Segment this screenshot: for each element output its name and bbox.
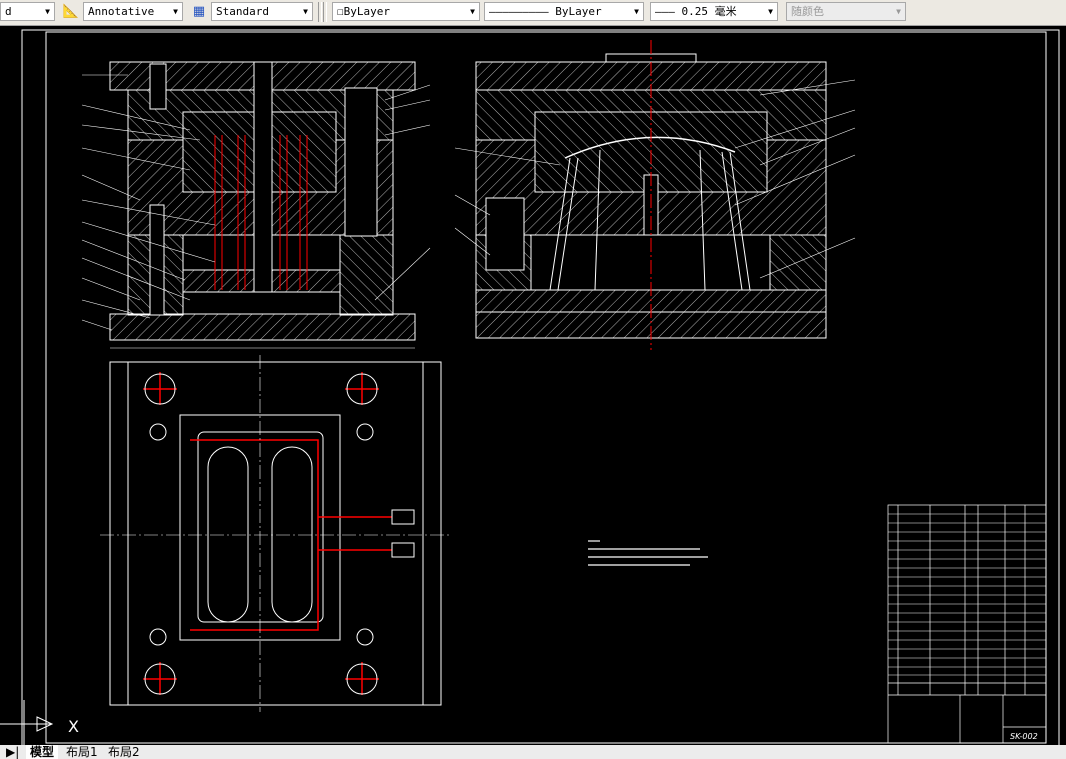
color-swatch-icon: ☐: [337, 5, 344, 18]
chevron-down-icon: ▼: [45, 7, 50, 16]
ucs-x-label: X: [68, 717, 79, 736]
drawing-canvas[interactable]: SK-002 X: [0, 26, 1066, 745]
side-section-view: [454, 40, 856, 350]
properties-toolbar: d ▼ 📐 Annotative ▼ ▦ Standard ▼ ☐ByLayer ▼ —…: [0, 0, 1066, 26]
chevron-down-icon: ▼: [896, 7, 901, 16]
technical-notes: [588, 540, 708, 566]
line-sample-icon: ———: [655, 5, 682, 18]
color-combo[interactable]: ☐ByLayer ▼: [332, 2, 480, 21]
color-value: ByLayer: [343, 5, 390, 18]
tab-scroll-button[interactable]: ▶|: [2, 745, 23, 759]
line-sample-icon: —————————: [489, 5, 556, 18]
tab-layout1[interactable]: 布局1: [62, 745, 102, 759]
parts-list-rows: [888, 513, 1046, 676]
plot-style-value: 随颜色: [791, 5, 824, 18]
lineweight-combo[interactable]: ——— 0.25 毫米 ▼: [650, 2, 778, 21]
dimension-style-combo[interactable]: Annotative ▼: [83, 2, 183, 21]
linetype-value: ByLayer: [555, 5, 602, 18]
layout-tabs: ▶| 模型 布局1 布局2: [0, 745, 1066, 759]
text-style-value: d: [5, 5, 12, 18]
table-style-combo[interactable]: Standard ▼: [211, 2, 313, 21]
table-style-icon: ▦: [192, 4, 206, 19]
chevron-down-icon: ▼: [768, 7, 773, 16]
chevron-down-icon: ▼: [470, 7, 475, 16]
tab-layout2[interactable]: 布局2: [104, 745, 144, 759]
text-style-combo[interactable]: d ▼: [0, 2, 55, 21]
lineweight-value: 0.25 毫米: [681, 5, 737, 18]
drawing-number: SK-002: [1010, 732, 1038, 741]
toolbar-separator: [318, 2, 322, 22]
chevron-down-icon: ▼: [634, 7, 639, 16]
front-section-view: [81, 61, 431, 349]
dimension-style-icon: 📐: [62, 4, 80, 19]
ucs-icon: [0, 700, 54, 745]
chevron-down-icon: ▼: [173, 7, 178, 16]
dimension-style-value: Annotative: [88, 5, 155, 18]
tab-model[interactable]: 模型: [26, 745, 59, 759]
linetype-combo[interactable]: ————————— ByLayer ▼: [484, 2, 644, 21]
plot-style-combo[interactable]: 随颜色 ▼: [786, 2, 906, 21]
top-plan-view: [100, 355, 450, 712]
toolbar-separator: [323, 2, 327, 22]
chevron-down-icon: ▼: [303, 7, 308, 16]
title-block: [887, 504, 1047, 744]
table-style-value: Standard: [216, 5, 269, 18]
